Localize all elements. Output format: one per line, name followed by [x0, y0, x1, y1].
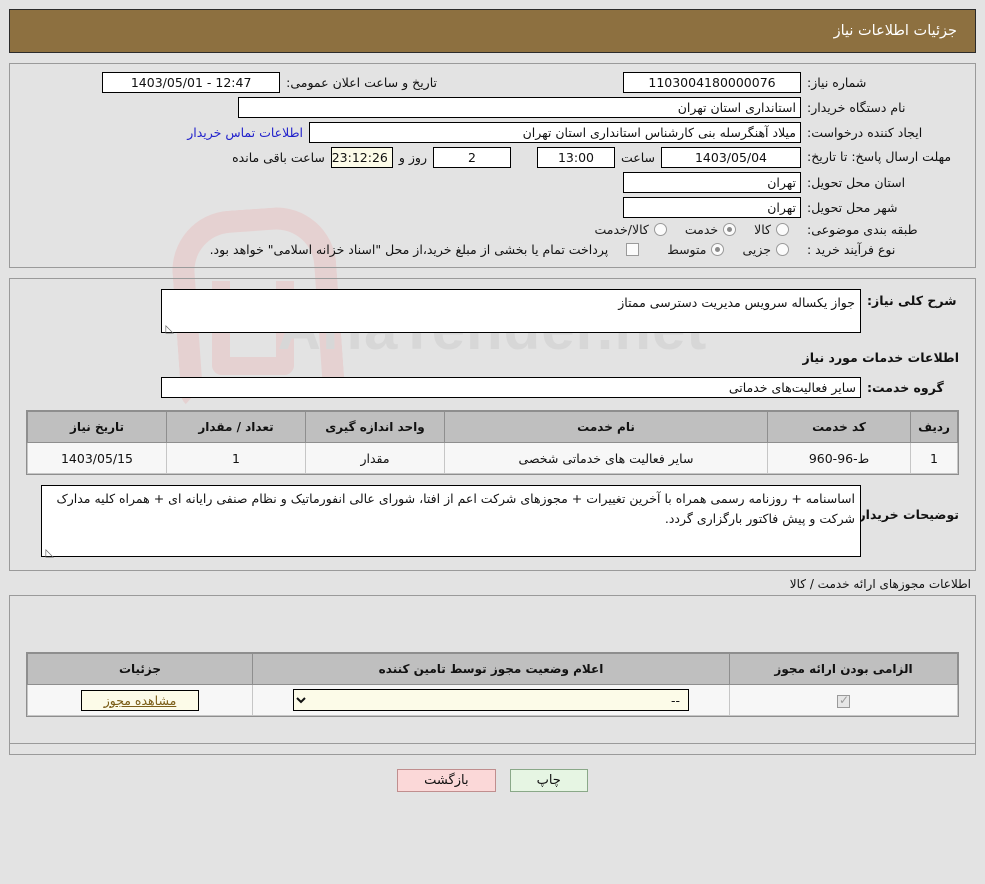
services-section-title: اطلاعات خدمات مورد نیاز — [802, 350, 960, 366]
buyer-org-value: استانداری استان تهران — [238, 97, 801, 118]
permits-divider — [10, 743, 975, 745]
process-option-motevaset-label: متوسط — [667, 241, 707, 257]
td-permit-required — [729, 684, 958, 717]
category-option-kala[interactable]: کالا — [754, 222, 789, 237]
requester-label: ایجاد کننده درخواست: — [807, 124, 923, 140]
page-title: جزئیات اطلاعات نیاز — [833, 23, 957, 39]
buyer-contact-link[interactable]: اطلاعات تماس خریدار — [187, 125, 303, 140]
th-need-date: تاریخ نیاز — [27, 411, 167, 444]
radio-icon-kala-khedmat[interactable] — [653, 223, 667, 237]
td-service-name: سایر فعالیت های خدماتی شخصی — [444, 442, 768, 475]
td-row: 1 — [910, 442, 958, 475]
row-need-number: شماره نیاز: 1103004180000076 تاریخ و ساع… — [10, 70, 975, 95]
announce-datetime-value: 12:47 - 1403/05/01 — [102, 72, 281, 93]
row-buyer-org: نام دستگاه خریدار: استانداری استان تهران — [10, 95, 975, 120]
page-title-bar: جزئیات اطلاعات نیاز — [9, 9, 976, 53]
th-service-name: نام خدمت — [444, 411, 768, 444]
need-details-panel: شرح کلی نیاز: ◺ اطلاعات خدمات مورد نیاز … — [9, 278, 976, 572]
th-permit-required: الزامی بودن ارائه مجوز — [729, 653, 958, 686]
permit-status-select[interactable]: -- — [293, 689, 689, 712]
treasury-note: پرداخت تمام یا بخشی از مبلغ خرید،از محل … — [209, 241, 609, 257]
treasury-checkbox[interactable] — [626, 242, 640, 256]
row-buyer-notes: توضیحات خریدار: ◺ — [10, 483, 975, 562]
city-label: شهر محل تحویل: — [807, 199, 898, 215]
buyer-notes-label: توضیحات خریدار: — [853, 507, 959, 523]
announce-datetime-label: تاریخ و ساعت اعلان عمومی: — [286, 75, 437, 90]
td-quantity: 1 — [166, 442, 306, 475]
province-label: استان محل تحویل: — [807, 174, 906, 190]
remaining-days-value: 2 — [432, 147, 511, 168]
remaining-days-label: روز و — [398, 150, 427, 165]
buyer-notes-wrap: ◺ — [41, 485, 861, 560]
td-unit: مقدار — [305, 442, 445, 475]
category-option-kala-khedmat[interactable]: کالا/خدمت — [594, 222, 667, 238]
permit-required-checkbox — [837, 693, 850, 708]
permits-section-title: اطلاعات مجوزهای ارائه خدمت / کالا — [789, 577, 971, 592]
radio-icon-motevaset[interactable] — [711, 242, 725, 256]
remaining-time-value: 23:12:26 — [330, 147, 393, 168]
service-group-label: گروه خدمت: — [867, 380, 944, 396]
category-option-kala-khedmat-label: کالا/خدمت — [594, 222, 649, 238]
table-row: 1 ط-96-960 سایر فعالیت های خدماتی شخصی م… — [27, 442, 958, 475]
row-category: طبقه بندی موضوعی: کالا خدمت کالا/خدمت — [10, 220, 975, 240]
back-button[interactable]: بازگشت — [397, 769, 496, 793]
row-requester: ایجاد کننده درخواست: میلاد آهنگرسله بنی … — [10, 120, 975, 145]
deadline-label: مهلت ارسال پاسخ: تا تاریخ: — [807, 149, 952, 165]
row-deadline: مهلت ارسال پاسخ: تا تاریخ: 1403/05/04 سا… — [10, 145, 975, 170]
permits-table: الزامی بودن ارائه مجوز اعلام وضعیت مجوز … — [27, 653, 958, 717]
city-value: تهران — [623, 197, 801, 218]
th-permit-status: اعلام وضعیت مجوز توسط تامین کننده — [252, 653, 730, 686]
category-option-kala-label: کالا — [754, 222, 771, 238]
deadline-date-value: 1403/05/04 — [661, 147, 801, 168]
print-button[interactable]: چاپ — [509, 769, 588, 793]
need-number-label: شماره نیاز: — [807, 74, 867, 90]
permits-table-header-row: الزامی بودن ارائه مجوز اعلام وضعیت مجوز … — [27, 653, 958, 686]
category-label: طبقه بندی موضوعی: — [807, 222, 918, 237]
buyer-org-label: نام دستگاه خریدار: — [807, 99, 906, 115]
category-option-khedmat[interactable]: خدمت — [684, 222, 737, 238]
td-permit-details: مشاهده مجوز — [27, 684, 253, 717]
need-summary-panel: شماره نیاز: 1103004180000076 تاریخ و ساع… — [9, 63, 976, 269]
requester-value: میلاد آهنگرسله بنی کارشناس استانداری است… — [309, 122, 801, 143]
remaining-time-label: ساعت باقی مانده — [232, 150, 325, 165]
process-option-motevaset[interactable]: متوسط — [667, 241, 725, 257]
th-quantity: تعداد / مقدار — [166, 411, 306, 444]
td-need-date: 1403/05/15 — [27, 442, 167, 475]
services-table-header-row: ردیف کد خدمت نام خدمت واحد اندازه گیری ت… — [27, 411, 958, 444]
permits-table-container: الزامی بودن ارائه مجوز اعلام وضعیت مجوز … — [26, 652, 959, 718]
row-province: استان محل تحویل: تهران — [10, 170, 975, 195]
row-city: شهر محل تحویل: تهران — [10, 195, 975, 220]
buyer-notes-textarea[interactable] — [41, 485, 861, 558]
permits-panel: الزامی بودن ارائه مجوز اعلام وضعیت مجوز … — [9, 595, 976, 756]
row-process: نوع فرآیند خرید : جزیی متوسط پرداخت تمام… — [10, 240, 975, 260]
radio-icon-khedmat[interactable] — [723, 223, 737, 237]
general-desc-label: شرح کلی نیاز: — [867, 293, 957, 309]
radio-icon-jozei[interactable] — [776, 242, 789, 256]
general-desc-wrap: ◺ — [161, 289, 861, 336]
process-option-jozei[interactable]: جزیی — [742, 242, 789, 257]
td-permit-status: -- — [252, 684, 730, 717]
row-service-group: گروه خدمت: سایر فعالیت‌های خدماتی — [10, 375, 975, 400]
th-service-code: کد خدمت — [767, 411, 911, 444]
radio-icon-kala[interactable] — [776, 223, 789, 237]
table-row: -- مشاهده مجوز — [27, 684, 958, 717]
service-group-value: سایر فعالیت‌های خدماتی — [161, 377, 861, 399]
category-option-khedmat-label: خدمت — [684, 222, 719, 238]
footer-actions: چاپ بازگشت — [0, 769, 985, 793]
process-label: نوع فرآیند خرید : — [807, 241, 896, 257]
th-unit: واحد اندازه گیری — [305, 411, 445, 444]
th-row: ردیف — [910, 411, 958, 444]
td-service-code: ط-96-960 — [767, 442, 911, 475]
deadline-hour-label: ساعت — [620, 150, 655, 165]
services-table: ردیف کد خدمت نام خدمت واحد اندازه گیری ت… — [27, 411, 958, 475]
services-table-container: ردیف کد خدمت نام خدمت واحد اندازه گیری ت… — [26, 410, 959, 476]
process-option-jozei-label: جزیی — [742, 241, 771, 257]
row-general-desc: شرح کلی نیاز: ◺ — [10, 287, 975, 338]
province-value: تهران — [623, 172, 801, 193]
need-number-value: 1103004180000076 — [623, 72, 801, 93]
th-permit-details: جزئیات — [27, 653, 253, 686]
general-desc-textarea[interactable] — [161, 289, 861, 334]
deadline-hour-value: 13:00 — [536, 147, 615, 168]
view-permit-button[interactable]: مشاهده مجوز — [80, 689, 200, 711]
